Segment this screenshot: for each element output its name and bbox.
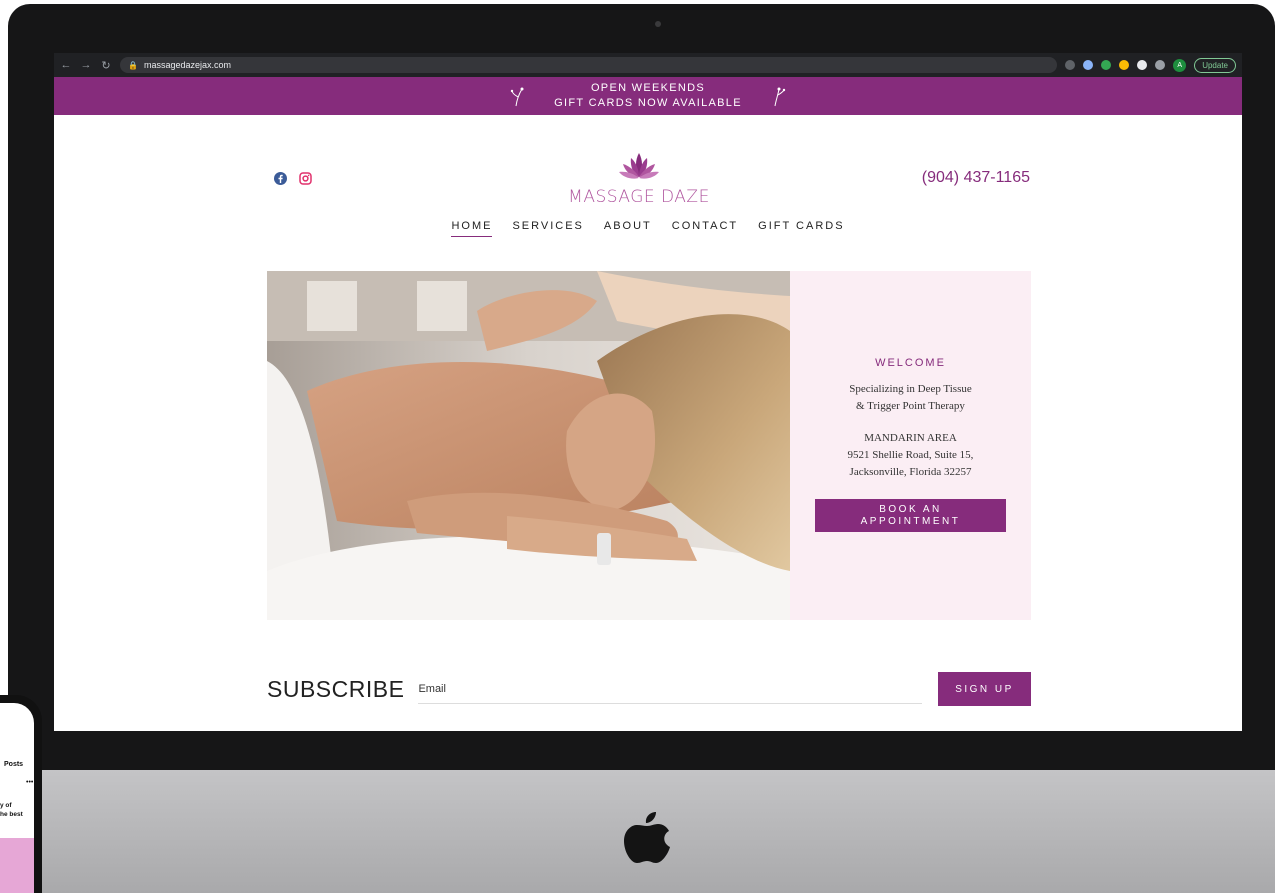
flower-sprig-icon	[510, 87, 524, 107]
address-line-1: 9521 Shellie Road, Suite 15,	[847, 449, 974, 461]
lotus-icon	[619, 153, 659, 179]
instagram-icon[interactable]	[299, 172, 312, 185]
nav-item-home[interactable]: HOME	[451, 220, 493, 237]
flower-sprig-icon	[774, 87, 786, 107]
browser-toolbar: ← → ↻ 🔒 massagedazejax.com A Update	[54, 53, 1242, 77]
phone-post-caption: y of he best	[0, 801, 23, 819]
social-links	[274, 172, 312, 185]
main-nav: HOME SERVICES ABOUT CONTACT GIFT CARDS	[54, 220, 1242, 237]
update-button[interactable]: Update	[1194, 57, 1236, 73]
email-input[interactable]	[418, 674, 922, 704]
nav-item-contact[interactable]: CONTACT	[672, 220, 738, 237]
extension-icons: A Update	[1065, 57, 1236, 73]
extension-icon[interactable]	[1101, 60, 1112, 70]
phone-number-link[interactable]: (904) 437-1165	[922, 169, 1030, 187]
hero-section: WELCOME Specializing in Deep Tissue & Tr…	[267, 271, 1031, 620]
phone-more-icon: •••	[26, 779, 34, 786]
lock-icon: 🔒	[128, 60, 138, 70]
profile-avatar[interactable]: A	[1173, 58, 1187, 72]
welcome-title: WELCOME	[875, 357, 946, 369]
announcement-bar: OPEN WEEKENDS GIFT CARDS NOW AVAILABLE	[54, 77, 1242, 115]
site-header: MASSAGE DAZE (904) 437-1165 HOME SERVICE…	[54, 115, 1242, 260]
bookmark-star-icon[interactable]	[1083, 60, 1094, 70]
forward-icon[interactable]: →	[80, 59, 92, 71]
apple-logo-icon	[624, 812, 670, 863]
subscribe-title: SUBSCRIBE	[267, 675, 405, 702]
book-line-1: BOOK AN	[879, 503, 942, 515]
specialty-line-2: & Trigger Point Therapy	[856, 400, 965, 412]
back-icon[interactable]: ←	[60, 59, 72, 71]
phone-posts-label: Posts	[4, 761, 24, 768]
hero-massage-photo	[267, 271, 790, 620]
site-logo[interactable]: MASSAGE DAZE	[559, 151, 719, 207]
phone-caption-line-2: he best	[0, 811, 23, 818]
book-appointment-button[interactable]: BOOK AN APPOINTMENT	[815, 499, 1006, 532]
facebook-icon[interactable]	[274, 172, 287, 185]
nav-item-about[interactable]: ABOUT	[604, 220, 652, 237]
specialty-line-1: Specializing in Deep Tissue	[849, 383, 972, 395]
subscribe-section: SUBSCRIBE SIGN UP	[267, 671, 1031, 707]
address-bar[interactable]: 🔒 massagedazejax.com	[120, 57, 1058, 73]
reload-icon[interactable]: ↻	[100, 59, 112, 72]
phone-caption-line-1: y of	[0, 802, 12, 809]
announcement-line-2: GIFT CARDS NOW AVAILABLE	[554, 97, 742, 109]
phone-mockup: Posts ••• y of he best	[0, 695, 42, 893]
area-label: MANDARIN AREA	[864, 432, 957, 444]
nav-item-gift-cards[interactable]: GIFT CARDS	[758, 220, 844, 237]
nav-item-services[interactable]: SERVICES	[512, 220, 583, 237]
welcome-panel: WELCOME Specializing in Deep Tissue & Tr…	[790, 271, 1031, 620]
sign-up-button[interactable]: SIGN UP	[938, 672, 1031, 706]
url-text: massagedazejax.com	[143, 60, 232, 70]
phone-screen: Posts ••• y of he best	[0, 703, 34, 893]
reading-list-icon[interactable]	[1155, 60, 1166, 70]
camera-icon	[655, 21, 661, 27]
browser-window: ← → ↻ 🔒 massagedazejax.com A Update OPEN…	[54, 53, 1242, 731]
puzzle-icon[interactable]	[1137, 60, 1148, 70]
chrome-extension-icon[interactable]	[1119, 60, 1130, 70]
phone-post-image	[0, 838, 34, 893]
announcement-text: OPEN WEEKENDS GIFT CARDS NOW AVAILABLE	[554, 81, 742, 111]
share-icon[interactable]	[1065, 60, 1076, 70]
brand-name: MASSAGE DAZE	[568, 187, 710, 207]
announcement-line-1: OPEN WEEKENDS	[590, 82, 706, 94]
address-line-2: Jacksonville, Florida 32257	[849, 466, 972, 478]
book-line-2: APPOINTMENT	[860, 515, 961, 527]
